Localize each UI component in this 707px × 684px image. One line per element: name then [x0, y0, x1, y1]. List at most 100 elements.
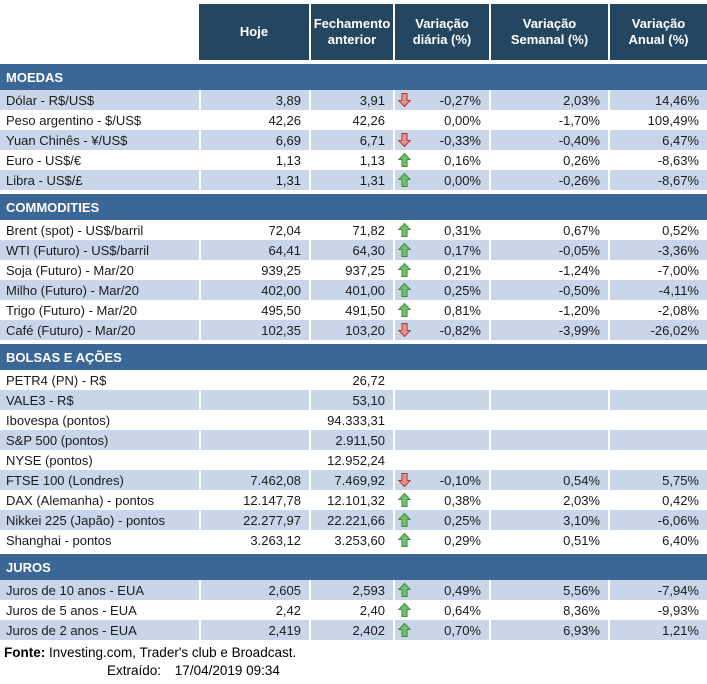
variacao-anual-value: -3,36%	[608, 240, 707, 260]
instrument-label: Peso argentino - $/US$	[0, 110, 199, 130]
instrument-label: Yuan Chinês - ¥/US$	[0, 130, 199, 150]
table-row: Soja (Futuro) - Mar/20 939,25 937,25 0,2…	[0, 260, 707, 280]
hoje-value: 2,605	[199, 580, 309, 600]
hoje-value: 1,13	[199, 150, 309, 170]
table-body: MOEDAS Dólar - R$/US$ 3,89 3,91 -0,27% 2…	[0, 62, 707, 640]
variacao-semanal-value: 0,51%	[489, 530, 608, 550]
hoje-value	[199, 390, 309, 410]
variacao-diaria-value: -0,10%	[440, 473, 481, 488]
instrument-label: Juros de 2 anos - EUA	[0, 620, 199, 640]
variacao-diaria-cell: -0,27%	[393, 90, 489, 110]
variacao-semanal-value: 2,03%	[489, 90, 608, 110]
footer: Fonte: Investing.com, Trader's club e Br…	[0, 645, 707, 678]
variacao-diaria-cell	[393, 370, 489, 390]
variacao-anual-value: 5,75%	[608, 470, 707, 490]
table-row: Brent (spot) - US$/barril 72,04 71,82 0,…	[0, 220, 707, 240]
variacao-semanal-value	[489, 390, 608, 410]
variacao-diaria-value: -0,27%	[440, 93, 481, 108]
variacao-semanal-value	[489, 370, 608, 390]
variacao-diaria-cell	[393, 390, 489, 410]
variacao-diaria-cell: 0,17%	[393, 240, 489, 260]
header-blank-cell	[0, 4, 199, 60]
fechamento-anterior-value: 1,31	[309, 170, 393, 190]
extracted-timestamp: 17/04/2019 09:34	[175, 663, 280, 678]
instrument-label: Dólar - R$/US$	[0, 90, 199, 110]
variacao-diaria-value: 0,29%	[444, 533, 481, 548]
source-text: Investing.com, Trader's club e Broadcast…	[49, 645, 296, 660]
fechamento-anterior-value: 3,91	[309, 90, 393, 110]
table-row: PETR4 (PN) - R$ 26,72	[0, 370, 707, 390]
instrument-label: NYSE (pontos)	[0, 450, 199, 470]
hoje-value: 402,00	[199, 280, 309, 300]
table-row: Peso argentino - $/US$ 42,26 42,26 0,00%…	[0, 110, 707, 130]
table-row: Yuan Chinês - ¥/US$ 6,69 6,71 -0,33% -0,…	[0, 130, 707, 150]
variacao-anual-value: -8,67%	[608, 170, 707, 190]
section-header-juros: JUROS	[0, 552, 707, 580]
down-arrow-icon	[398, 92, 412, 108]
instrument-label: Libra - US$/£	[0, 170, 199, 190]
variacao-anual-value: -9,93%	[608, 600, 707, 620]
fechamento-anterior-value: 7.469,92	[309, 470, 393, 490]
variacao-anual-value	[608, 410, 707, 430]
variacao-anual-value: -7,94%	[608, 580, 707, 600]
variacao-diaria-value: 0,49%	[444, 583, 481, 598]
instrument-label: Soja (Futuro) - Mar/20	[0, 260, 199, 280]
fechamento-anterior-value: 937,25	[309, 260, 393, 280]
up-arrow-icon	[398, 262, 412, 278]
variacao-diaria-value: 0,16%	[444, 153, 481, 168]
instrument-label: Euro - US$/€	[0, 150, 199, 170]
variacao-diaria-cell: 0,00%	[393, 170, 489, 190]
variacao-anual-value: -2,08%	[608, 300, 707, 320]
instrument-label: PETR4 (PN) - R$	[0, 370, 199, 390]
up-arrow-icon	[398, 172, 412, 188]
up-arrow-icon	[398, 222, 412, 238]
table-row: Euro - US$/€ 1,13 1,13 0,16% 0,26% -8,63…	[0, 150, 707, 170]
fechamento-anterior-value: 71,82	[309, 220, 393, 240]
instrument-label: Café (Futuro) - Mar/20	[0, 320, 199, 340]
variacao-diaria-cell: 0,81%	[393, 300, 489, 320]
variacao-diaria-cell: 0,29%	[393, 530, 489, 550]
fechamento-anterior-value: 22.221,66	[309, 510, 393, 530]
section-header-bolsas-e-acoes: BOLSAS E AÇÕES	[0, 342, 707, 370]
variacao-diaria-value: 0,25%	[444, 513, 481, 528]
hoje-value: 64,41	[199, 240, 309, 260]
variacao-semanal-value: 2,03%	[489, 490, 608, 510]
variacao-diaria-value: 0,21%	[444, 263, 481, 278]
fechamento-anterior-value: 64,30	[309, 240, 393, 260]
variacao-diaria-value: -0,33%	[440, 133, 481, 148]
variacao-semanal-value: 8,36%	[489, 600, 608, 620]
variacao-diaria-cell: 0,00%	[393, 110, 489, 130]
variacao-diaria-cell: 0,21%	[393, 260, 489, 280]
fechamento-anterior-value: 103,20	[309, 320, 393, 340]
variacao-diaria-value: 0,00%	[444, 113, 481, 128]
variacao-anual-value: 109,49%	[608, 110, 707, 130]
extracted-line: Extraído: 17/04/2019 09:34	[107, 663, 707, 678]
instrument-label: Shanghai - pontos	[0, 530, 199, 550]
hoje-value: 12.147,78	[199, 490, 309, 510]
table-row: NYSE (pontos) 12.952,24	[0, 450, 707, 470]
variacao-semanal-value	[489, 410, 608, 430]
variacao-diaria-cell: -0,10%	[393, 470, 489, 490]
variacao-diaria-value: 0,38%	[444, 493, 481, 508]
variacao-diaria-cell	[393, 430, 489, 450]
instrument-label: Nikkei 225 (Japão) - pontos	[0, 510, 199, 530]
variacao-semanal-value: 6,93%	[489, 620, 608, 640]
variacao-anual-value: 0,42%	[608, 490, 707, 510]
hoje-value	[199, 410, 309, 430]
variacao-diaria-cell: -0,82%	[393, 320, 489, 340]
variacao-diaria-cell: -0,33%	[393, 130, 489, 150]
column-header-variacao-anual: Variação Anual (%)	[608, 4, 707, 60]
up-arrow-icon	[398, 152, 412, 168]
section-header-moedas: MOEDAS	[0, 62, 707, 90]
variacao-anual-value: -8,63%	[608, 150, 707, 170]
variacao-semanal-value: 0,54%	[489, 470, 608, 490]
fechamento-anterior-value: 1,13	[309, 150, 393, 170]
table-row: Ibovespa (pontos) 94.333,31	[0, 410, 707, 430]
table-row: DAX (Alemanha) - pontos 12.147,78 12.101…	[0, 490, 707, 510]
variacao-semanal-value: -0,50%	[489, 280, 608, 300]
variacao-diaria-cell: 0,70%	[393, 620, 489, 640]
variacao-anual-value: 1,21%	[608, 620, 707, 640]
fechamento-anterior-value: 6,71	[309, 130, 393, 150]
down-arrow-icon	[398, 472, 412, 488]
fechamento-anterior-value: 491,50	[309, 300, 393, 320]
